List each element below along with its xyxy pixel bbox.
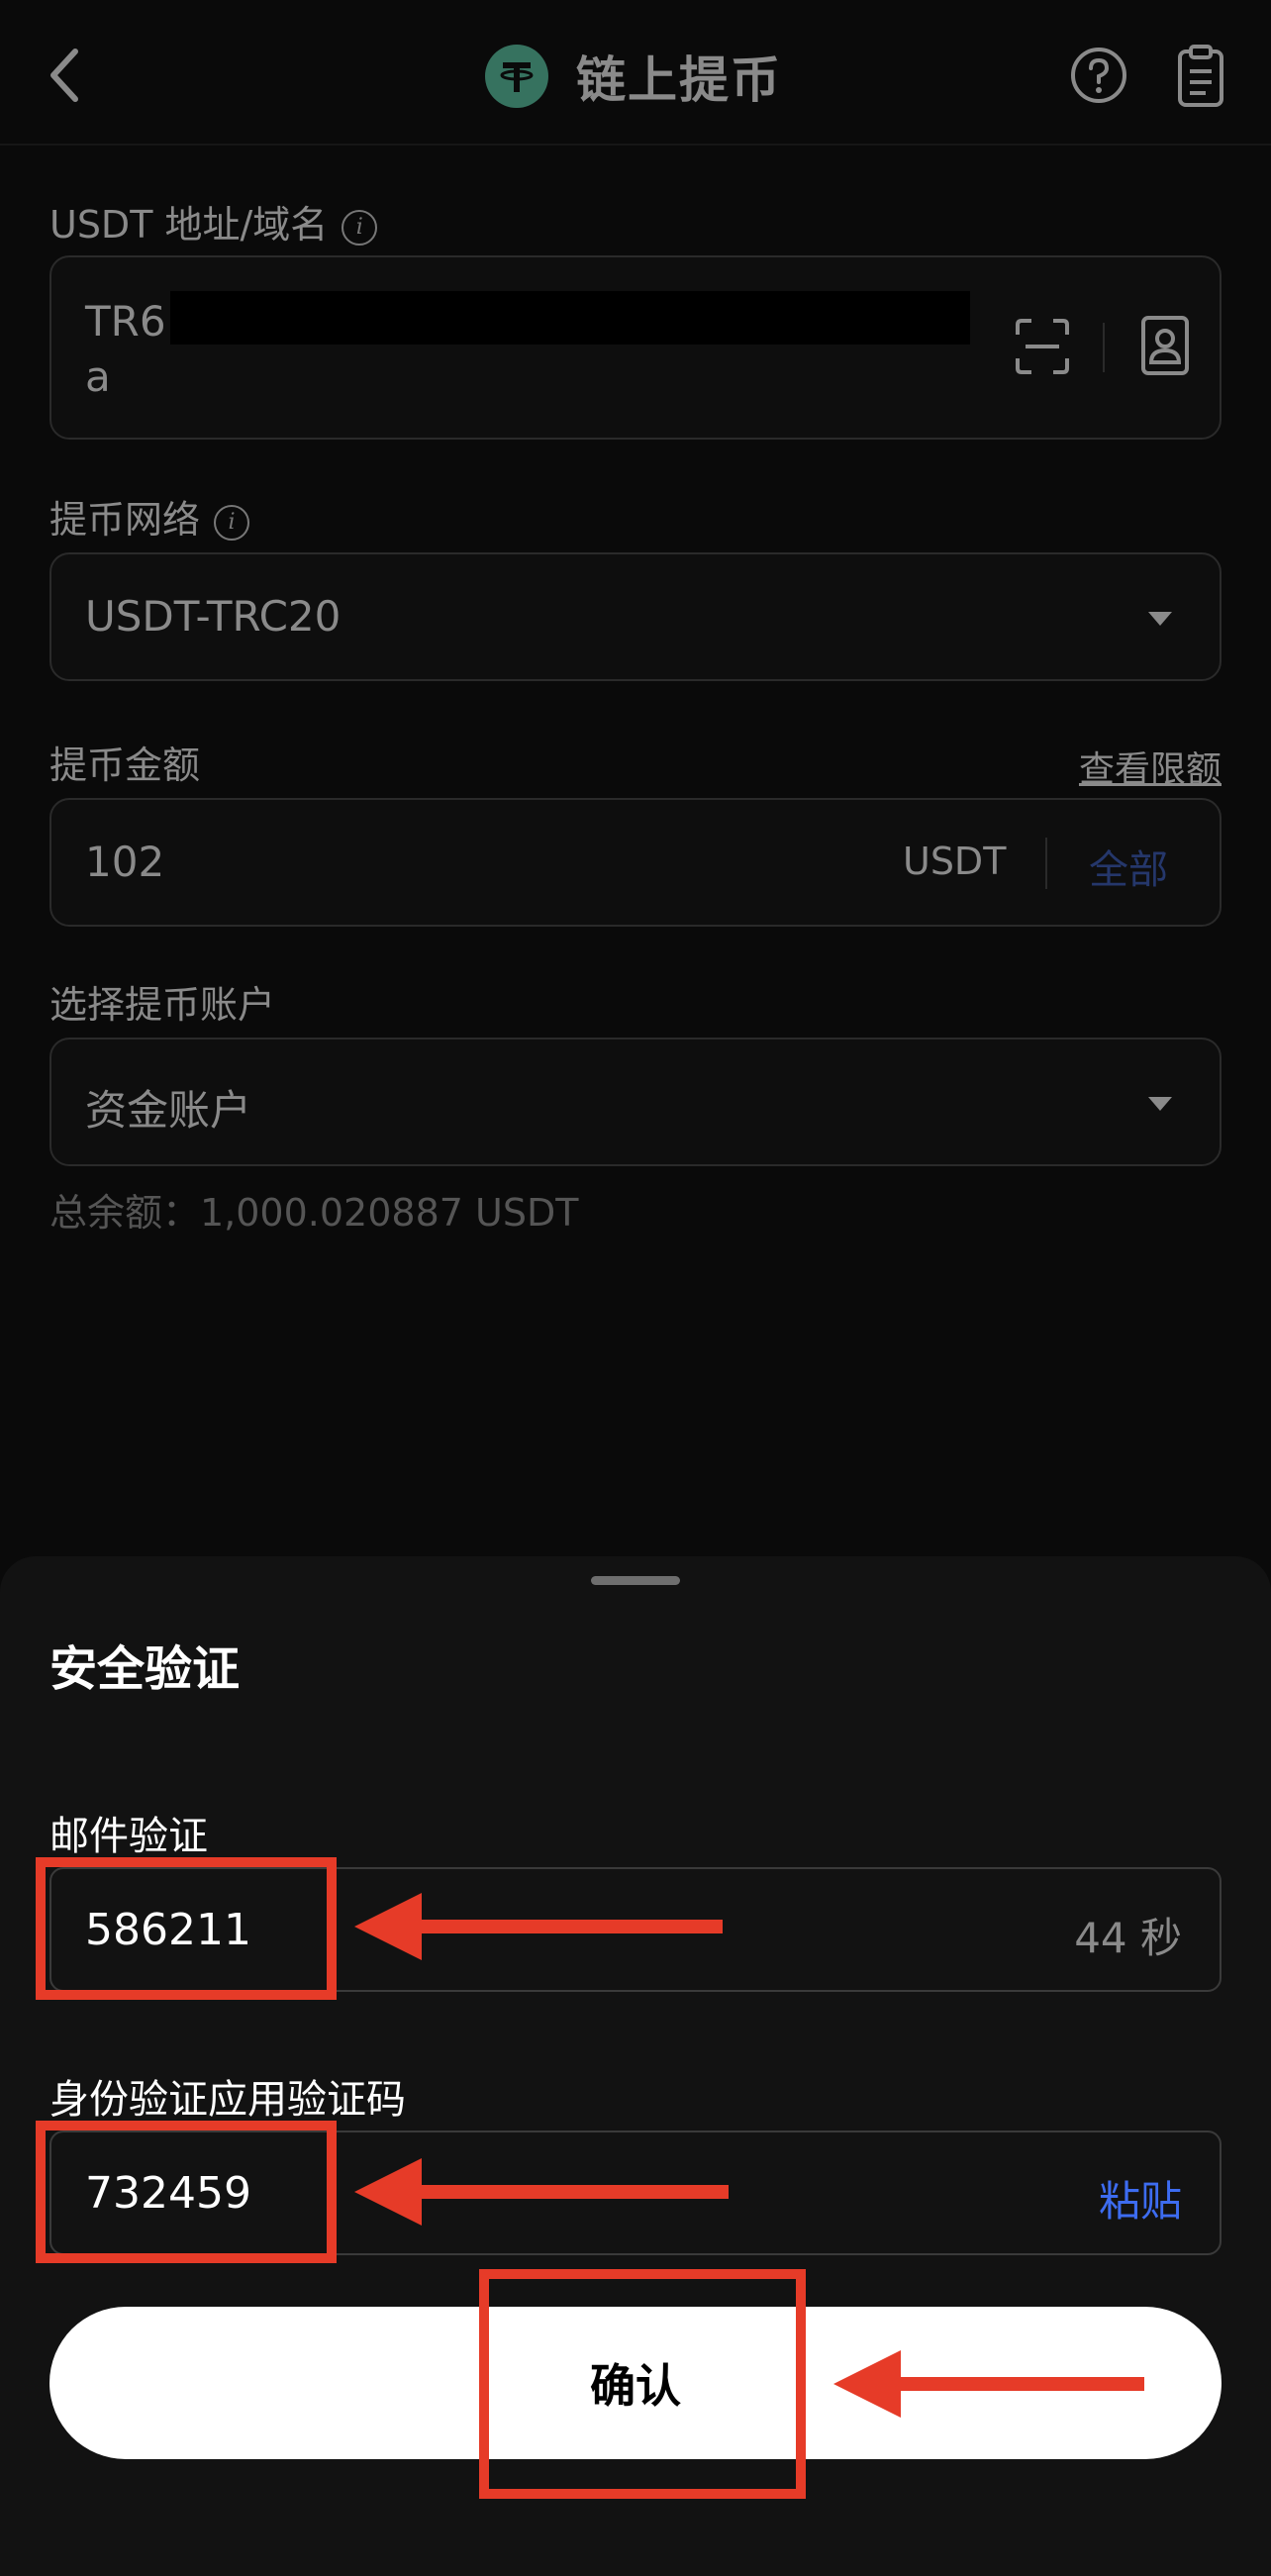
- dropdown-caret-icon: [1148, 612, 1172, 626]
- address-label-text: USDT 地址/域名: [49, 203, 329, 247]
- network-value: USDT-TRC20: [85, 592, 342, 641]
- divider: [1045, 838, 1047, 889]
- address-line-1: TR6: [85, 297, 166, 346]
- redacted-address-block: [170, 291, 970, 345]
- clipboard-icon[interactable]: [1176, 44, 1225, 109]
- email-verification-label: 邮件验证: [49, 1814, 208, 1859]
- annotation-box-email-code: [36, 1857, 337, 2000]
- annotation-arrow-icon: [354, 1893, 723, 1960]
- resend-countdown: 44 秒: [1074, 1914, 1182, 1962]
- question-circle-icon[interactable]: [1069, 46, 1128, 105]
- auth-app-label: 身份验证应用验证码: [49, 2077, 406, 2123]
- total-balance: 总余额：1,000.020887 USDT: [49, 1191, 579, 1235]
- account-label: 选择提币账户: [49, 983, 276, 1027]
- amount-input[interactable]: 102 USDT 全部: [49, 798, 1222, 927]
- account-value: 资金账户: [85, 1086, 252, 1135]
- view-limit-link[interactable]: 查看限额: [1079, 741, 1222, 792]
- sheet-title: 安全验证: [49, 1641, 241, 1697]
- paste-button[interactable]: 粘贴: [1099, 2168, 1182, 2229]
- header-title-group: 链上提币: [485, 42, 782, 111]
- divider: [1103, 323, 1105, 372]
- network-label-text: 提币网络: [49, 498, 201, 542]
- amount-unit: USDT: [903, 840, 1007, 883]
- address-line-2: a: [85, 352, 111, 401]
- annotation-arrow-icon: [354, 2158, 729, 2226]
- scan-icon[interactable]: [1014, 317, 1071, 376]
- dropdown-caret-icon: [1148, 1097, 1172, 1111]
- amount-value: 102: [85, 838, 165, 886]
- address-input[interactable]: TR6 a: [49, 255, 1222, 440]
- max-amount-button[interactable]: 全部: [1089, 838, 1168, 895]
- sheet-drag-handle[interactable]: [591, 1576, 680, 1585]
- chevron-left-icon[interactable]: [40, 44, 95, 107]
- address-label: USDT 地址/域名 i: [49, 194, 378, 248]
- annotation-arrow-icon: [833, 2350, 1144, 2418]
- info-icon[interactable]: i: [342, 209, 378, 246]
- annotation-box-auth-code: [36, 2121, 337, 2263]
- info-icon[interactable]: i: [214, 504, 250, 541]
- page-title: 链上提币: [576, 51, 782, 109]
- address-book-icon[interactable]: [1140, 315, 1190, 376]
- network-select[interactable]: USDT-TRC20: [49, 552, 1222, 681]
- annotation-box-confirm: [479, 2269, 806, 2499]
- tether-icon: [485, 45, 548, 108]
- account-select[interactable]: 资金账户: [49, 1038, 1222, 1166]
- amount-label: 提币金额: [49, 743, 201, 787]
- network-label: 提币网络 i: [49, 489, 250, 544]
- header: 链上提币: [0, 0, 1271, 146]
